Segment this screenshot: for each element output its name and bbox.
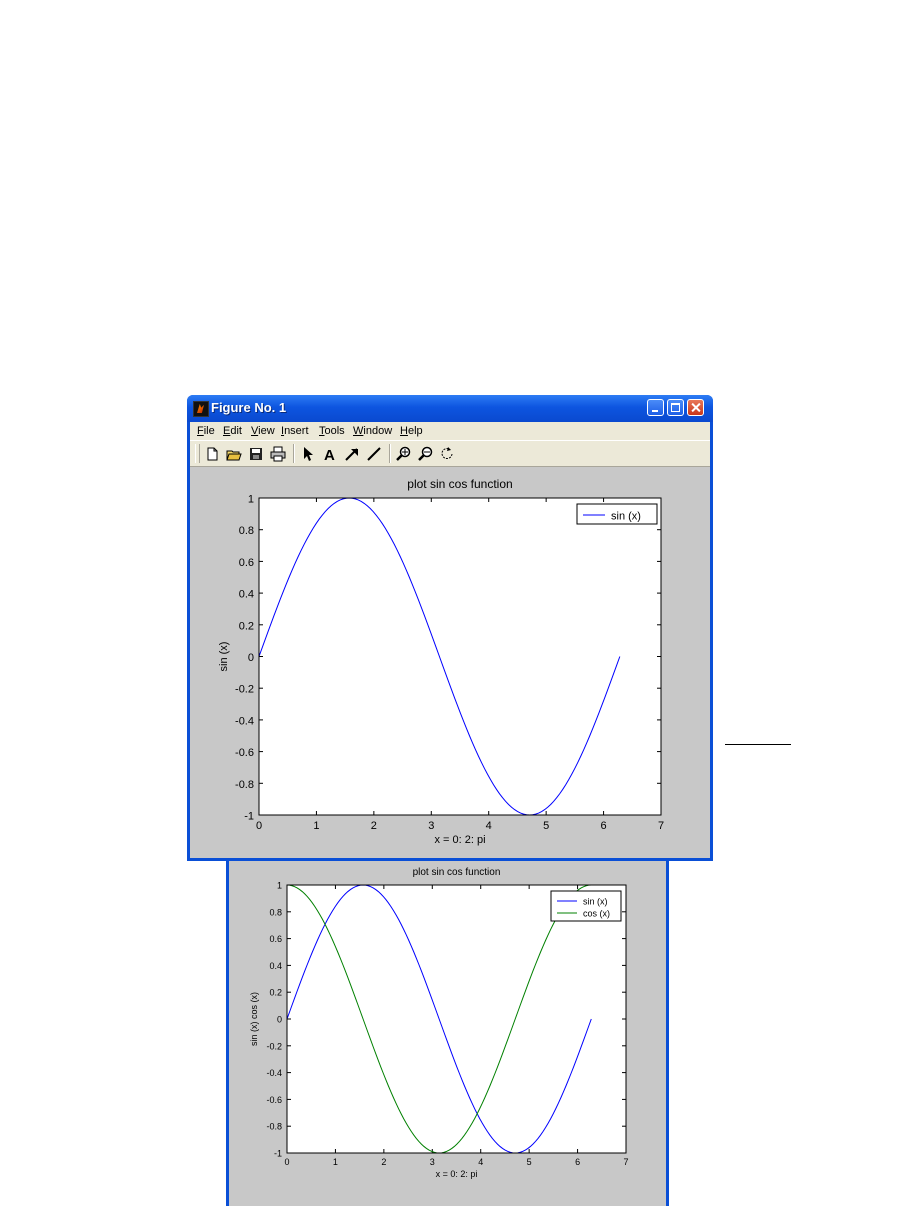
window-title: Figure No. 1 [211, 400, 287, 415]
y-tick-label: -0.8 [235, 779, 254, 791]
chart-title: plot sin cos function [407, 477, 512, 491]
figure-window-2: plot sin cos function 0 1 2 3 4 5 6 7 -1 -0.8 -0.6 -… [226, 846, 669, 1206]
x-tick-label: 4 [478, 1157, 483, 1167]
plot-area [287, 885, 626, 1153]
menu-file[interactable]: File [197, 425, 215, 437]
line-tool-icon[interactable] [364, 444, 384, 463]
toolbar-grip[interactable] [195, 444, 200, 463]
y-tick-label: 0.6 [269, 934, 282, 944]
x-tick-label: 2 [371, 820, 377, 832]
menu-view[interactable]: View [251, 425, 275, 437]
text-tool-icon[interactable]: A [320, 444, 340, 463]
y-tick-label: 0.4 [269, 961, 282, 971]
x-tick-label: 0 [284, 1157, 289, 1167]
open-folder-icon[interactable] [224, 444, 244, 463]
y-axis-label: sin (x) cos (x) [249, 992, 259, 1046]
y-tick-label: 1 [248, 494, 254, 506]
figure-window-1: Figure No. 1 File Edit View Insert Tools… [187, 395, 713, 861]
y-tick-label: -1 [274, 1149, 282, 1159]
y-tick-label: 1 [277, 881, 282, 891]
x-tick-label: 0 [256, 820, 262, 832]
x-axis-label: x = 0: 2: pi [436, 1169, 478, 1179]
maximize-button[interactable] [667, 399, 684, 416]
zoom-out-icon[interactable] [416, 444, 436, 463]
zoom-in-icon[interactable] [394, 444, 414, 463]
menu-window[interactable]: Window [353, 425, 392, 437]
x-tick-label: 3 [430, 1157, 435, 1167]
menu-edit[interactable]: Edit [223, 425, 242, 437]
y-tick-label: -0.2 [266, 1041, 282, 1051]
close-button[interactable] [687, 399, 704, 416]
rotate-icon[interactable] [438, 444, 458, 463]
legend[interactable]: sin (x) cos (x) [550, 890, 622, 922]
x-tick-label: 7 [623, 1157, 628, 1167]
x-tick-label: 5 [527, 1157, 532, 1167]
legend-label-sin: sin (x) [611, 511, 641, 523]
x-tick-label: 3 [428, 820, 434, 832]
menu-bar: File Edit View Insert Tools Window Help [190, 422, 710, 440]
plot-area [259, 498, 661, 815]
toolbar-separator [389, 444, 391, 463]
print-icon[interactable] [268, 444, 288, 463]
menu-tools[interactable]: Tools [319, 425, 345, 437]
chart-title: plot sin cos function [413, 867, 501, 878]
x-tick-label: 2 [381, 1157, 386, 1167]
legend-label-cos: cos (x) [583, 909, 610, 919]
save-icon[interactable] [246, 444, 266, 463]
toolbar-separator [293, 444, 295, 463]
menu-insert[interactable]: Insert [281, 425, 309, 437]
y-tick-label: 0.2 [239, 620, 254, 632]
sin-plot: plot sin cos function 0 1 2 3 4 5 6 7 -1 -0.8 -0.6 -… [218, 477, 664, 846]
y-tick-label: -0.4 [266, 1068, 282, 1078]
sin-cos-plot: plot sin cos function 0 1 2 3 4 5 6 7 -1 -0.8 -0.6 -… [249, 867, 629, 1179]
underline-decoration [725, 744, 791, 745]
x-tick-label: 6 [601, 820, 607, 832]
legend[interactable]: sin (x) [576, 503, 658, 525]
y-tick-label: -0.6 [266, 1095, 282, 1105]
x-tick-label: 6 [575, 1157, 580, 1167]
toolbar: A [190, 440, 710, 467]
y-tick-label: 0.8 [269, 907, 282, 917]
y-tick-label: -1 [244, 811, 254, 823]
menu-help[interactable]: Help [400, 425, 423, 437]
x-tick-label: 4 [486, 820, 492, 832]
arrow-pointer-icon[interactable] [298, 444, 318, 463]
title-bar[interactable]: Figure No. 1 [187, 395, 713, 422]
y-tick-label: 0 [248, 652, 254, 664]
x-axis-label: x = 0: 2: pi [434, 834, 485, 846]
y-tick-label: -0.4 [235, 715, 254, 727]
svg-text:A: A [324, 447, 335, 462]
arrow-tool-icon[interactable] [342, 444, 362, 463]
x-tick-label: 1 [333, 1157, 338, 1167]
x-tick-label: 1 [313, 820, 319, 832]
y-tick-label: 0.8 [239, 525, 254, 537]
legend-label-sin: sin (x) [583, 897, 608, 907]
x-tick-label: 7 [658, 820, 664, 832]
y-tick-label: -0.6 [235, 747, 254, 759]
y-tick-label: 0.6 [239, 557, 254, 569]
matlab-logo-icon [193, 401, 209, 417]
y-tick-label: -0.2 [235, 684, 254, 696]
y-tick-label: 0 [277, 1015, 282, 1025]
figure-2-canvas-area: plot sin cos function 0 1 2 3 4 5 6 7 -1 -0.8 -0.6 -… [229, 846, 666, 1206]
y-tick-label: -0.8 [266, 1122, 282, 1132]
y-tick-label: 0.2 [269, 988, 282, 998]
minimize-button[interactable] [647, 399, 664, 416]
y-tick-label: 0.4 [239, 589, 254, 601]
y-axis-label: sin (x) [218, 642, 230, 672]
new-file-icon[interactable] [202, 444, 222, 463]
x-tick-label: 5 [543, 820, 549, 832]
figure-1-canvas-area: plot sin cos function 0 1 2 3 4 5 6 7 -1 -0.8 -0.6 -… [190, 467, 710, 858]
